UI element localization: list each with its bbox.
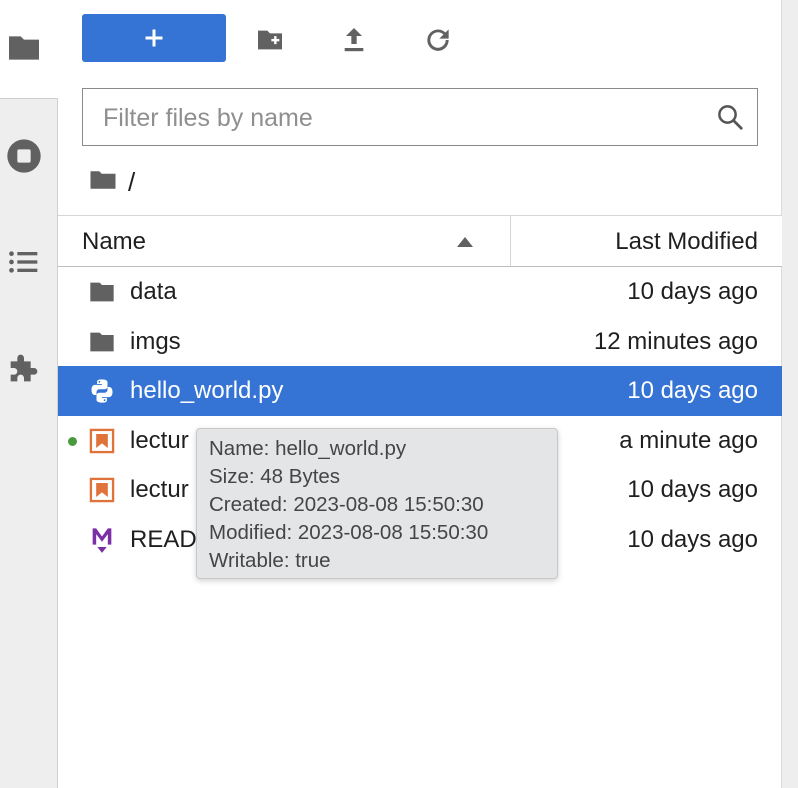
file-name: data — [130, 278, 177, 305]
file-row-data[interactable]: data 10 days ago — [58, 267, 782, 317]
file-list-header: Name Last Modified — [58, 215, 782, 267]
search-icon[interactable] — [715, 102, 745, 137]
markdown-icon — [88, 526, 116, 554]
breadcrumb: / — [88, 166, 135, 198]
folder-icon — [88, 278, 116, 306]
upload-button[interactable] — [338, 24, 370, 56]
file-modified: a minute ago — [619, 426, 758, 454]
last-modified-column-header[interactable]: Last Modified — [615, 228, 758, 256]
notebook-icon — [88, 427, 116, 455]
file-info-tooltip: Name: hello_world.py Size: 48 Bytes Crea… — [196, 428, 558, 579]
file-modified: 10 days ago — [627, 278, 758, 305]
running-indicator — [68, 436, 77, 446]
right-panel-edge — [781, 0, 798, 788]
home-folder-icon[interactable] — [88, 165, 118, 200]
file-name: hello_world.py — [130, 377, 284, 404]
new-folder-button[interactable] — [254, 24, 286, 56]
notebook-icon — [88, 476, 116, 504]
tooltip-name: Name: hello_world.py — [209, 437, 407, 460]
tooltip-size: Size: 48 Bytes — [209, 465, 341, 488]
breadcrumb-path[interactable]: / — [128, 167, 135, 198]
file-modified: 12 minutes ago — [593, 327, 758, 355]
column-divider[interactable] — [510, 216, 511, 266]
upload-icon — [344, 28, 364, 52]
file-modified: 10 days ago — [627, 525, 758, 553]
file-modified: 10 days ago — [627, 476, 758, 503]
file-name: lectur — [130, 426, 189, 454]
new-launcher-button[interactable] — [82, 14, 226, 62]
tooltip-modified: Modified: 2023-08-08 15:50:30 — [209, 521, 489, 544]
name-column-header[interactable]: Name — [82, 228, 146, 256]
activity-bar — [0, 0, 58, 788]
refresh-button[interactable] — [422, 24, 454, 56]
list-icon[interactable] — [4, 242, 44, 282]
extension-puzzle-icon[interactable] — [4, 348, 44, 388]
file-row-imgs[interactable]: imgs 12 minutes ago — [58, 317, 782, 367]
refresh-icon — [427, 29, 449, 51]
folder-icon[interactable] — [4, 28, 44, 68]
filter-input[interactable] — [101, 99, 705, 137]
file-modified: 10 days ago — [627, 377, 758, 404]
filter-box — [82, 88, 758, 146]
sort-ascending-icon[interactable] — [456, 235, 474, 253]
file-row-hello-world[interactable]: hello_world.py 10 days ago — [58, 366, 782, 416]
plus-icon — [145, 29, 163, 47]
file-name: imgs — [130, 327, 181, 355]
new-folder-icon — [258, 30, 282, 50]
folder-icon — [88, 328, 116, 356]
file-name: READ — [130, 525, 197, 553]
tooltip-created: Created: 2023-08-08 15:50:30 — [209, 493, 484, 516]
python-icon — [88, 377, 116, 405]
stop-circle-icon[interactable] — [4, 136, 44, 176]
tooltip-writable: Writable: true — [209, 549, 331, 572]
file-name: lectur — [130, 476, 189, 503]
